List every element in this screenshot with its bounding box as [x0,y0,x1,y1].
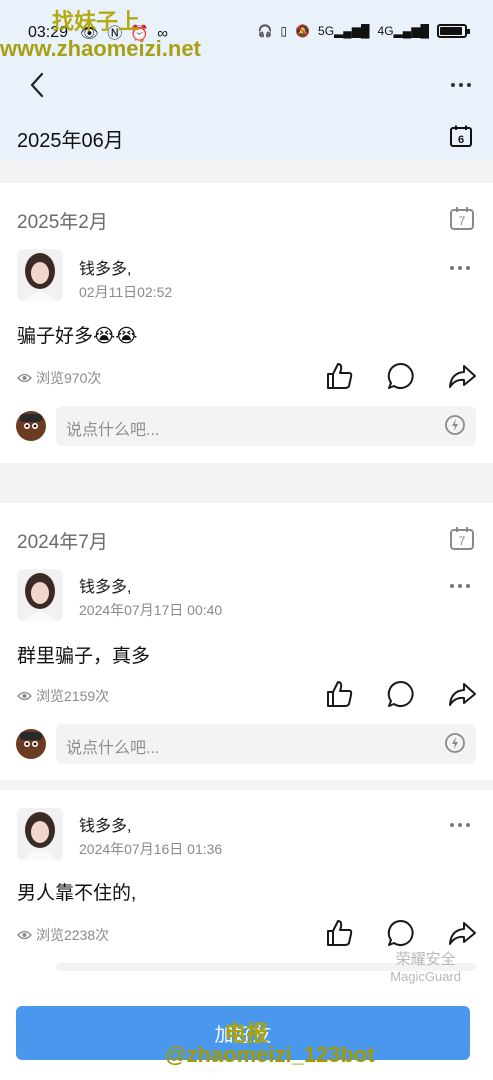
status-right-icons: 🎧 ▯ 🔕 5G▂▄▆█ 4G▂▄▆█ [257,24,470,38]
thumbs-up-icon [327,363,353,389]
post-time: 02月11日02:52 [79,284,173,300]
post-content: 骗子好多😭😭 [17,326,138,347]
headphones-icon: 🎧 [257,24,273,38]
view-count: 浏览970次 [17,368,101,388]
chevron-left-icon [30,72,44,98]
svg-text:7: 7 [459,534,466,548]
comment-placeholder: 说点什么吧... [66,422,160,439]
share-icon [449,922,476,945]
share-button[interactable] [447,918,477,948]
comment-icon [387,680,414,707]
view-count-label: 浏览2238次 [36,927,110,943]
author-name[interactable]: 钱多多, [79,255,131,279]
vibrate-icon: ▯ [280,24,288,38]
thumbs-up-icon [327,681,353,707]
post-time: 2024年07月16日 01:36 [79,841,223,857]
view-count-label: 浏览970次 [36,370,102,386]
avatar[interactable] [17,808,63,860]
avatar[interactable] [17,249,63,301]
post-more-button[interactable] [447,820,473,830]
group-date: 2024年7月 [17,532,108,553]
comment-input[interactable]: 说点什么吧... [56,724,476,764]
view-count-label: 浏览2159次 [36,688,110,704]
calendar-icon: 7 [449,525,475,551]
battery-icon [437,24,470,38]
page-title: 2025年06月 [17,130,124,152]
calendar-icon: 6 [450,125,472,147]
more-icon [451,83,455,87]
calendar-icon: 7 [449,205,475,231]
view-count: 浏览2238次 [17,925,109,945]
my-avatar [16,729,46,759]
signal-4g-icon: 4G▂▄▆█ [377,24,429,38]
comment-button[interactable] [386,361,416,391]
share-button[interactable] [447,679,477,709]
watermark-bottom-line2: @zhaomeizi_123bot [165,1042,375,1067]
quick-reply-icon[interactable] [444,414,466,436]
like-button[interactable] [324,361,354,391]
post-more-button[interactable] [447,263,473,273]
post-content: 男人靠不住的, [17,883,137,904]
calendar-button[interactable]: 6 [449,124,473,148]
view-count: 浏览2159次 [17,686,109,706]
mute-icon: 🔕 [295,24,311,38]
svg-text:6: 6 [458,134,464,146]
signal-5g-icon: 5G▂▄▆█ [318,24,370,38]
svg-text:7: 7 [459,214,466,228]
like-button[interactable] [324,918,354,948]
share-button[interactable] [447,361,477,391]
author-name[interactable]: 钱多多, [79,573,131,597]
post-card: 2025年2月 7 钱多多, 02月11日02:52 骗子好多😭😭 浏览970次 [0,183,493,463]
eye-icon [17,930,32,940]
share-icon [449,683,476,706]
comment-placeholder: 说点什么吧... [66,740,160,757]
magicguard-badge: 荣耀安全 MagicGuard [390,948,461,984]
share-icon [449,365,476,388]
more-options-button[interactable] [447,76,475,94]
comment-button[interactable] [386,679,416,709]
quick-reply-icon[interactable] [444,732,466,754]
comment-button[interactable] [386,918,416,948]
post-card: 2024年7月 7 钱多多, 2024年07月17日 00:40 群里骗子，真多… [0,503,493,780]
watermark-top-line2: www.zhaomeizi.net [0,36,201,61]
comment-input[interactable]: 说点什么吧... [56,406,476,446]
avatar[interactable] [17,569,63,621]
more-icon [450,823,454,827]
back-button[interactable] [24,70,52,100]
post-more-button[interactable] [447,581,473,591]
eye-icon [17,691,32,701]
author-name[interactable]: 钱多多, [79,812,131,836]
post-content: 群里骗子，真多 [17,646,151,667]
thumbs-up-icon [327,920,353,946]
guard-line2: MagicGuard [390,969,461,984]
watermark-top-line1: 找妹子上 [52,9,141,34]
battery-fill [440,27,462,35]
guard-line1: 荣耀安全 [395,951,456,968]
eye-icon [17,373,32,383]
comment-icon [387,362,414,389]
group-date: 2025年2月 [17,212,108,233]
comment-icon [387,919,414,946]
post-time: 2024年07月17日 00:40 [79,602,223,618]
like-button[interactable] [324,679,354,709]
my-avatar [16,411,46,441]
more-icon [450,584,454,588]
more-icon [450,266,454,270]
